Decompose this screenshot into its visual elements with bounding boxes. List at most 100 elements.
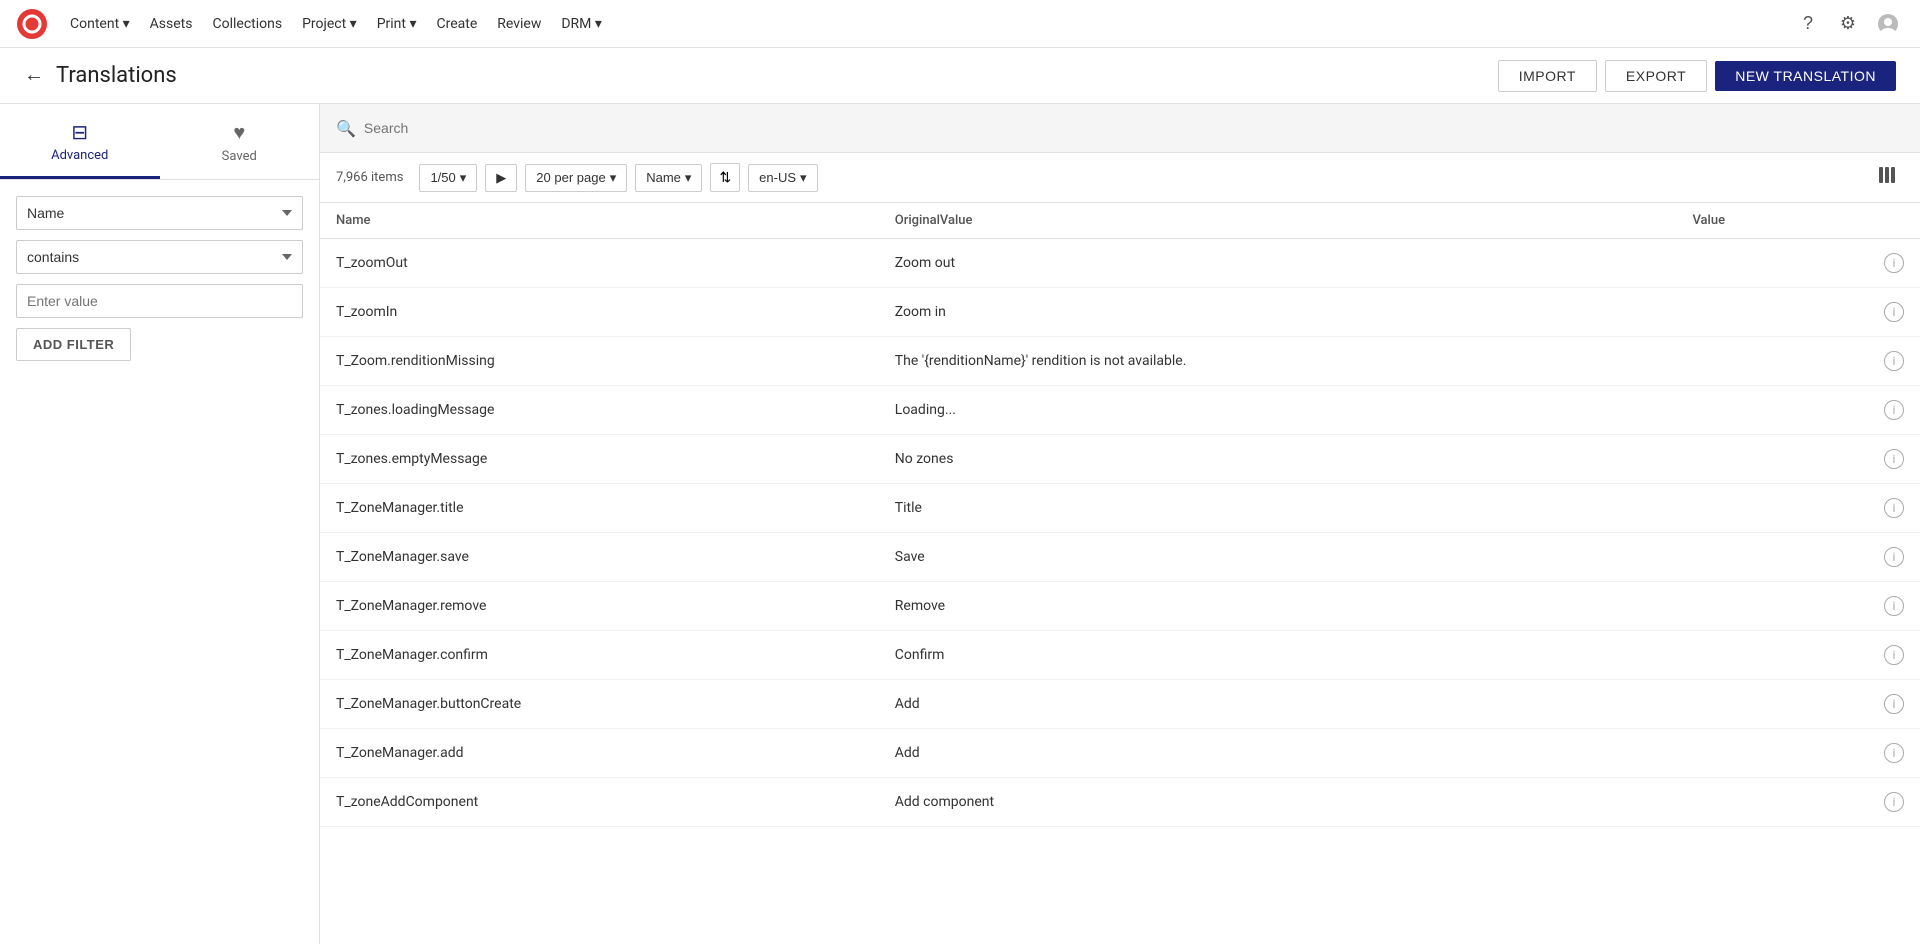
sidebar-tabs: ⊟ Advanced ♥ Saved — [0, 104, 319, 180]
cell-value — [1676, 239, 1868, 288]
info-icon[interactable]: i — [1884, 498, 1904, 518]
cell-name: T_zones.loadingMessage — [320, 386, 879, 435]
cell-original-value: Zoom out — [879, 239, 1677, 288]
nav-item-drm[interactable]: DRM ▾ — [551, 10, 612, 38]
cell-original-value: Remove — [879, 582, 1677, 631]
table-row: T_zones.loadingMessageLoading... i — [320, 386, 1920, 435]
search-input-wrap: 🔍 — [336, 116, 1904, 140]
chevron-down-icon: ▾ — [460, 170, 467, 186]
cell-info: i — [1868, 729, 1920, 778]
nav-item-print[interactable]: Print ▾ — [367, 10, 427, 38]
info-icon[interactable]: i — [1884, 253, 1904, 273]
cell-info: i — [1868, 435, 1920, 484]
top-navigation: Content ▾AssetsCollectionsProject ▾Print… — [0, 0, 1920, 48]
col-header-actions — [1868, 203, 1920, 239]
info-icon[interactable]: i — [1884, 645, 1904, 665]
export-button[interactable]: EXPORT — [1605, 60, 1707, 92]
sort-by-button[interactable]: Name ▾ — [635, 164, 702, 192]
cell-name: T_zones.emptyMessage — [320, 435, 879, 484]
locale-button[interactable]: en-US ▾ — [748, 164, 817, 192]
cell-value — [1676, 680, 1868, 729]
info-icon[interactable]: i — [1884, 596, 1904, 616]
back-button[interactable]: ← — [24, 64, 44, 87]
cell-original-value: Add — [879, 680, 1677, 729]
filter-condition-select[interactable]: contains — [16, 240, 303, 274]
pagination-label: 1/50 — [430, 170, 455, 185]
col-header-original: OriginalValue — [879, 203, 1677, 239]
pagination-button[interactable]: 1/50 ▾ — [419, 164, 477, 192]
table-row: T_ZoneManager.saveSavei — [320, 533, 1920, 582]
table-body: T_zoomOutZoom outiT_zoomInZoom iniT_Zoom… — [320, 239, 1920, 827]
info-icon[interactable]: i — [1884, 351, 1904, 371]
cell-info: i — [1868, 288, 1920, 337]
info-icon[interactable]: i — [1884, 547, 1904, 567]
filter-value-input[interactable] — [16, 284, 303, 318]
info-icon[interactable]: i — [1884, 743, 1904, 763]
help-button[interactable]: ? — [1792, 8, 1824, 40]
table-row: T_zoomOutZoom out i — [320, 239, 1920, 288]
next-page-button[interactable]: ▶ — [485, 164, 517, 192]
cell-name: T_ZoneManager.buttonCreate — [320, 680, 879, 729]
cell-info: i — [1868, 680, 1920, 729]
per-page-label: 20 per page — [536, 170, 605, 185]
table-row: T_ZoneManager.addAddi — [320, 729, 1920, 778]
table-row: T_ZoneManager.buttonCreateAdd i — [320, 680, 1920, 729]
columns-button[interactable] — [1870, 161, 1904, 194]
cell-name: T_zoneAddComponent — [320, 778, 879, 827]
info-icon[interactable]: i — [1884, 792, 1904, 812]
nav-item-project[interactable]: Project ▾ — [292, 10, 367, 38]
cell-info: i — [1868, 582, 1920, 631]
nav-item-review[interactable]: Review — [487, 10, 551, 38]
cell-original-value: Loading... — [879, 386, 1677, 435]
info-icon[interactable]: i — [1884, 694, 1904, 714]
filter-name-select[interactable]: Name — [16, 196, 303, 230]
tab-advanced[interactable]: ⊟ Advanced — [0, 104, 160, 179]
table-row: T_ZoneManager.titleTitlei — [320, 484, 1920, 533]
import-button[interactable]: IMPORT — [1498, 60, 1597, 92]
main-layout: ⊟ Advanced ♥ Saved Name contains ADD FIL… — [0, 104, 1920, 944]
table-row: T_Zoom.renditionMissingThe '{renditionNa… — [320, 337, 1920, 386]
cell-value — [1676, 631, 1868, 680]
cell-name: T_zoomOut — [320, 239, 879, 288]
heart-icon: ♥ — [233, 120, 245, 145]
locale-label: en-US — [759, 170, 796, 185]
chevron-down-icon-4: ▾ — [800, 170, 807, 186]
cell-original-value: The '{renditionName}' rendition is not a… — [879, 337, 1677, 386]
cell-value — [1676, 484, 1868, 533]
nav-item-assets[interactable]: Assets — [140, 10, 203, 38]
table-header-row: Name OriginalValue Value — [320, 203, 1920, 239]
cell-original-value: Save — [879, 533, 1677, 582]
sidebar: ⊟ Advanced ♥ Saved Name contains ADD FIL… — [0, 104, 320, 944]
add-filter-button[interactable]: ADD FILTER — [16, 328, 131, 361]
nav-item-content[interactable]: Content ▾ — [60, 10, 140, 38]
user-button[interactable] — [1872, 8, 1904, 40]
search-icon: 🔍 — [336, 119, 356, 138]
col-header-name: Name — [320, 203, 879, 239]
search-input[interactable] — [364, 116, 1904, 140]
info-icon[interactable]: i — [1884, 449, 1904, 469]
header-actions: IMPORT EXPORT NEW TRANSLATION — [1498, 60, 1896, 92]
sort-direction-button[interactable]: ⇅ — [710, 163, 740, 192]
cell-info: i — [1868, 533, 1920, 582]
settings-button[interactable]: ⚙ — [1832, 8, 1864, 40]
per-page-button[interactable]: 20 per page ▾ — [525, 164, 627, 192]
app-logo[interactable] — [16, 8, 48, 40]
info-icon[interactable]: i — [1884, 302, 1904, 322]
cell-original-value: Confirm — [879, 631, 1677, 680]
tab-advanced-label: Advanced — [51, 148, 108, 163]
info-icon[interactable]: i — [1884, 400, 1904, 420]
cell-info: i — [1868, 386, 1920, 435]
new-translation-button[interactable]: NEW TRANSLATION — [1715, 61, 1896, 91]
cell-name: T_ZoneManager.add — [320, 729, 879, 778]
cell-original-value: No zones — [879, 435, 1677, 484]
cell-name: T_Zoom.renditionMissing — [320, 337, 879, 386]
nav-icon-group: ? ⚙ — [1792, 8, 1904, 40]
tab-saved[interactable]: ♥ Saved — [160, 104, 320, 179]
nav-menu: Content ▾AssetsCollectionsProject ▾Print… — [60, 10, 612, 38]
nav-item-collections[interactable]: Collections — [202, 10, 292, 38]
chevron-down-icon-2: ▾ — [610, 170, 617, 186]
cell-name: T_ZoneManager.remove — [320, 582, 879, 631]
cell-value — [1676, 582, 1868, 631]
content-area: 🔍 7,966 items 1/50 ▾ ▶ 20 per page ▾ Nam… — [320, 104, 1920, 944]
nav-item-create[interactable]: Create — [426, 10, 487, 38]
